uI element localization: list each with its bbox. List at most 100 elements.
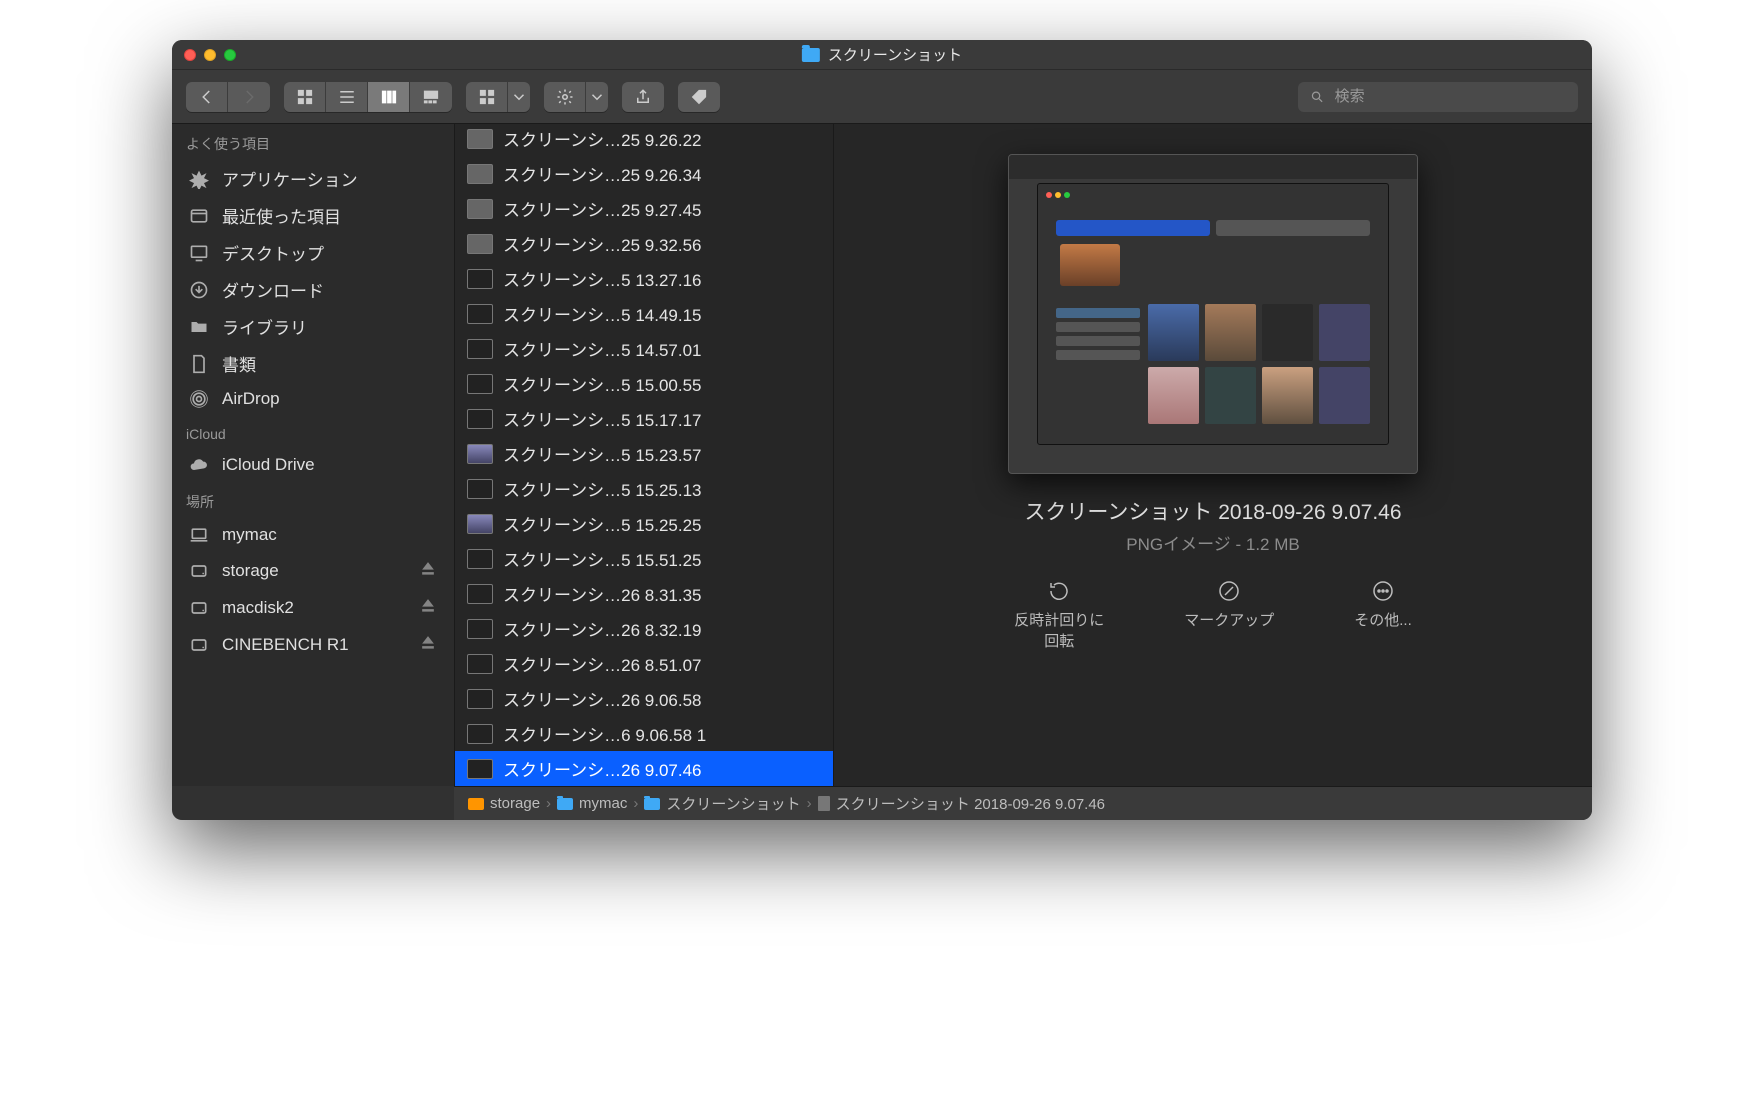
- file-thumbnail-icon: [467, 234, 493, 254]
- list-view-button[interactable]: [326, 82, 368, 112]
- icon-view-button[interactable]: [284, 82, 326, 112]
- toolbar: [172, 70, 1592, 124]
- cloud-icon: [188, 454, 210, 476]
- file-name: スクリーンシ…5 15.25.25: [503, 511, 702, 536]
- file-thumbnail-icon: [467, 654, 493, 674]
- file-row[interactable]: スクリーンシ…25 9.32.56: [455, 226, 833, 261]
- path-label: スクリーンショット 2018-09-26 9.07.46: [836, 793, 1105, 814]
- file-row[interactable]: スクリーンシ…26 8.51.07: [455, 646, 833, 681]
- path-segment[interactable]: mymac: [557, 795, 627, 812]
- share-inner: [622, 82, 664, 112]
- rotate-button[interactable]: 反時計回りに 回転: [1014, 579, 1104, 651]
- sidebar-item[interactable]: AirDrop: [172, 382, 454, 416]
- eject-icon[interactable]: [418, 595, 438, 620]
- sidebar-item[interactable]: 書類: [172, 345, 454, 382]
- sidebar-section-title: 場所: [172, 482, 454, 518]
- path-segment[interactable]: スクリーンショット 2018-09-26 9.07.46: [818, 793, 1105, 814]
- sidebar-section-title: よく使う項目: [172, 124, 454, 160]
- sidebar-item[interactable]: デスクトップ: [172, 234, 454, 271]
- file-row[interactable]: スクリーンシ…6 9.06.58 1: [455, 716, 833, 751]
- doc-icon: [188, 353, 210, 375]
- file-thumbnail-icon: [467, 199, 493, 219]
- traffic-lights: [184, 49, 236, 61]
- search-field[interactable]: [1298, 82, 1578, 112]
- recent-icon: [188, 205, 210, 227]
- more-button[interactable]: その他...: [1354, 579, 1412, 630]
- eject-icon[interactable]: [418, 558, 438, 583]
- file-row[interactable]: スクリーンシ…26 9.06.58: [455, 681, 833, 716]
- path-separator: ›: [807, 795, 812, 812]
- file-thumbnail-icon: [467, 759, 493, 779]
- column-view-button[interactable]: [368, 82, 410, 112]
- sidebar-item-label: 最近使った項目: [222, 203, 341, 228]
- file-row[interactable]: スクリーンシ…5 15.25.13: [455, 471, 833, 506]
- laptop-icon: [188, 524, 210, 546]
- sidebar-item[interactable]: CINEBENCH R1: [172, 626, 454, 663]
- gallery-view-button[interactable]: [410, 82, 452, 112]
- close-button[interactable]: [184, 49, 196, 61]
- search-input[interactable]: [1333, 87, 1566, 106]
- sidebar-item[interactable]: storage: [172, 552, 454, 589]
- file-name: スクリーンシ…5 15.00.55: [503, 371, 702, 396]
- folder-icon: [644, 798, 660, 810]
- file-row[interactable]: スクリーンシ…5 15.23.57: [455, 436, 833, 471]
- sidebar-item[interactable]: ダウンロード: [172, 271, 454, 308]
- sidebar-item-label: 書類: [222, 351, 256, 376]
- file-name: スクリーンシ…25 9.32.56: [503, 231, 702, 256]
- preview-pane: スクリーンショット 2018-09-26 9.07.46 PNGイメージ - 1…: [834, 124, 1592, 786]
- sidebar-item[interactable]: iCloud Drive: [172, 448, 454, 482]
- zoom-button[interactable]: [224, 49, 236, 61]
- tags-button[interactable]: [678, 82, 720, 112]
- file-name: スクリーンシ…6 9.06.58 1: [503, 721, 706, 746]
- disk-icon: [188, 597, 210, 619]
- path-label: スクリーンショット: [666, 793, 800, 814]
- columns-icon: [380, 88, 398, 106]
- minimize-button[interactable]: [204, 49, 216, 61]
- forward-button[interactable]: [228, 82, 270, 112]
- markup-label: マークアップ: [1184, 609, 1274, 630]
- file-row[interactable]: スクリーンシ…5 15.00.55: [455, 366, 833, 401]
- file-list[interactable]: スクリーンシ…25 9.26.07スクリーンシ…25 9.26.22スクリーンシ…: [454, 124, 834, 786]
- file-row[interactable]: スクリーンシ…5 15.17.17: [455, 401, 833, 436]
- sidebar-item-label: mymac: [222, 525, 277, 545]
- file-row[interactable]: スクリーンシ…26 8.32.19: [455, 611, 833, 646]
- sidebar-item[interactable]: 最近使った項目: [172, 197, 454, 234]
- path-separator: ›: [633, 795, 638, 812]
- file-row[interactable]: スクリーンシ…5 13.27.16: [455, 261, 833, 296]
- sidebar-item-label: macdisk2: [222, 598, 294, 618]
- file-row[interactable]: スクリーンシ…5 15.25.25: [455, 506, 833, 541]
- share-button[interactable]: [622, 82, 664, 112]
- eject-icon[interactable]: [418, 632, 438, 657]
- sidebar-item[interactable]: ライブラリ: [172, 308, 454, 345]
- file-name: スクリーンシ…26 8.31.35: [503, 581, 702, 606]
- body: よく使う項目アプリケーション最近使った項目デスクトップダウンロードライブラリ書類…: [172, 124, 1592, 786]
- file-name: スクリーンシ…26 8.51.07: [503, 651, 702, 676]
- sidebar-item-label: デスクトップ: [222, 240, 324, 265]
- path-bar: storage›mymac›スクリーンショット›スクリーンショット 2018-0…: [454, 786, 1592, 820]
- nav-buttons: [186, 82, 270, 112]
- markup-button[interactable]: マークアップ: [1184, 579, 1274, 630]
- file-thumbnail-icon: [467, 339, 493, 359]
- file-row[interactable]: スクリーンシ…25 9.27.45: [455, 191, 833, 226]
- path-segment[interactable]: スクリーンショット: [644, 793, 800, 814]
- file-row[interactable]: スクリーンシ…26 8.31.35: [455, 576, 833, 611]
- action-button[interactable]: [544, 82, 608, 112]
- file-row[interactable]: スクリーンシ…5 14.49.15: [455, 296, 833, 331]
- gear-icon: [556, 88, 574, 106]
- file-name: スクリーンシ…26 9.06.58: [503, 686, 702, 711]
- preview-filename: スクリーンショット 2018-09-26 9.07.46: [1024, 496, 1401, 526]
- sidebar: よく使う項目アプリケーション最近使った項目デスクトップダウンロードライブラリ書類…: [172, 124, 454, 786]
- sidebar-item[interactable]: macdisk2: [172, 589, 454, 626]
- arrange-chevron: [508, 82, 530, 112]
- sidebar-item[interactable]: アプリケーション: [172, 160, 454, 197]
- file-row[interactable]: スクリーンシ…25 9.26.34: [455, 156, 833, 191]
- window-title-text: スクリーンショット: [828, 44, 962, 65]
- file-row[interactable]: スクリーンシ…26 9.07.46: [455, 751, 833, 786]
- file-row[interactable]: スクリーンシ…25 9.26.22: [455, 124, 833, 156]
- file-row[interactable]: スクリーンシ…5 14.57.01: [455, 331, 833, 366]
- file-row[interactable]: スクリーンシ…5 15.51.25: [455, 541, 833, 576]
- arrange-button[interactable]: [466, 82, 530, 112]
- back-button[interactable]: [186, 82, 228, 112]
- sidebar-item[interactable]: mymac: [172, 518, 454, 552]
- path-segment[interactable]: storage: [468, 795, 540, 812]
